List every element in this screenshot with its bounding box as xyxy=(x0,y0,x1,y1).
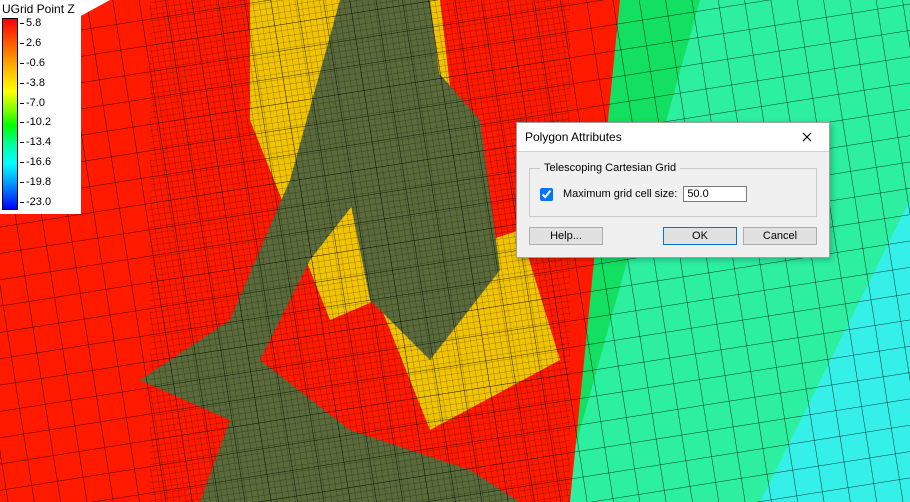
legend-tick: -0.6 xyxy=(20,58,51,69)
legend-tick: -19.8 xyxy=(20,177,51,188)
color-legend: UGrid Point Z 5.8 2.6 -0.6 -3.8 -7.0 -10… xyxy=(0,0,81,214)
legend-tick: -3.8 xyxy=(20,78,51,89)
max-cell-size-label: Maximum grid cell size: xyxy=(563,188,677,200)
dialog-titlebar[interactable]: Polygon Attributes xyxy=(517,123,829,152)
legend-tick-labels: 5.8 2.6 -0.6 -3.8 -7.0 -10.2 -13.4 -16.6… xyxy=(20,18,51,208)
viewport: UGrid Point Z 5.8 2.6 -0.6 -3.8 -7.0 -10… xyxy=(0,0,910,502)
legend-tick: 2.6 xyxy=(20,38,51,49)
legend-tick: -10.2 xyxy=(20,117,51,128)
telescoping-grid-group: Telescoping Cartesian Grid Maximum grid … xyxy=(529,162,817,217)
dialog-title: Polygon Attributes xyxy=(525,130,622,144)
max-cell-size-input[interactable] xyxy=(683,186,747,202)
legend-title: UGrid Point Z xyxy=(2,2,75,16)
polygon-attributes-dialog: Polygon Attributes Telescoping Cartesian… xyxy=(516,122,830,258)
group-label: Telescoping Cartesian Grid xyxy=(540,162,680,174)
cancel-button[interactable]: Cancel xyxy=(743,227,817,245)
legend-tick: -16.6 xyxy=(20,157,51,168)
legend-tick: -23.0 xyxy=(20,197,51,208)
close-icon xyxy=(802,132,812,142)
help-button[interactable]: Help... xyxy=(529,227,603,245)
legend-tick: -7.0 xyxy=(20,98,51,109)
legend-tick: -13.4 xyxy=(20,137,51,148)
dialog-button-row: Help... OK Cancel xyxy=(529,225,817,245)
ok-button[interactable]: OK xyxy=(663,227,737,245)
legend-tick: 5.8 xyxy=(20,18,51,29)
max-cell-size-checkbox[interactable] xyxy=(540,188,553,201)
legend-colorbar xyxy=(2,18,18,210)
close-button[interactable] xyxy=(787,125,827,149)
